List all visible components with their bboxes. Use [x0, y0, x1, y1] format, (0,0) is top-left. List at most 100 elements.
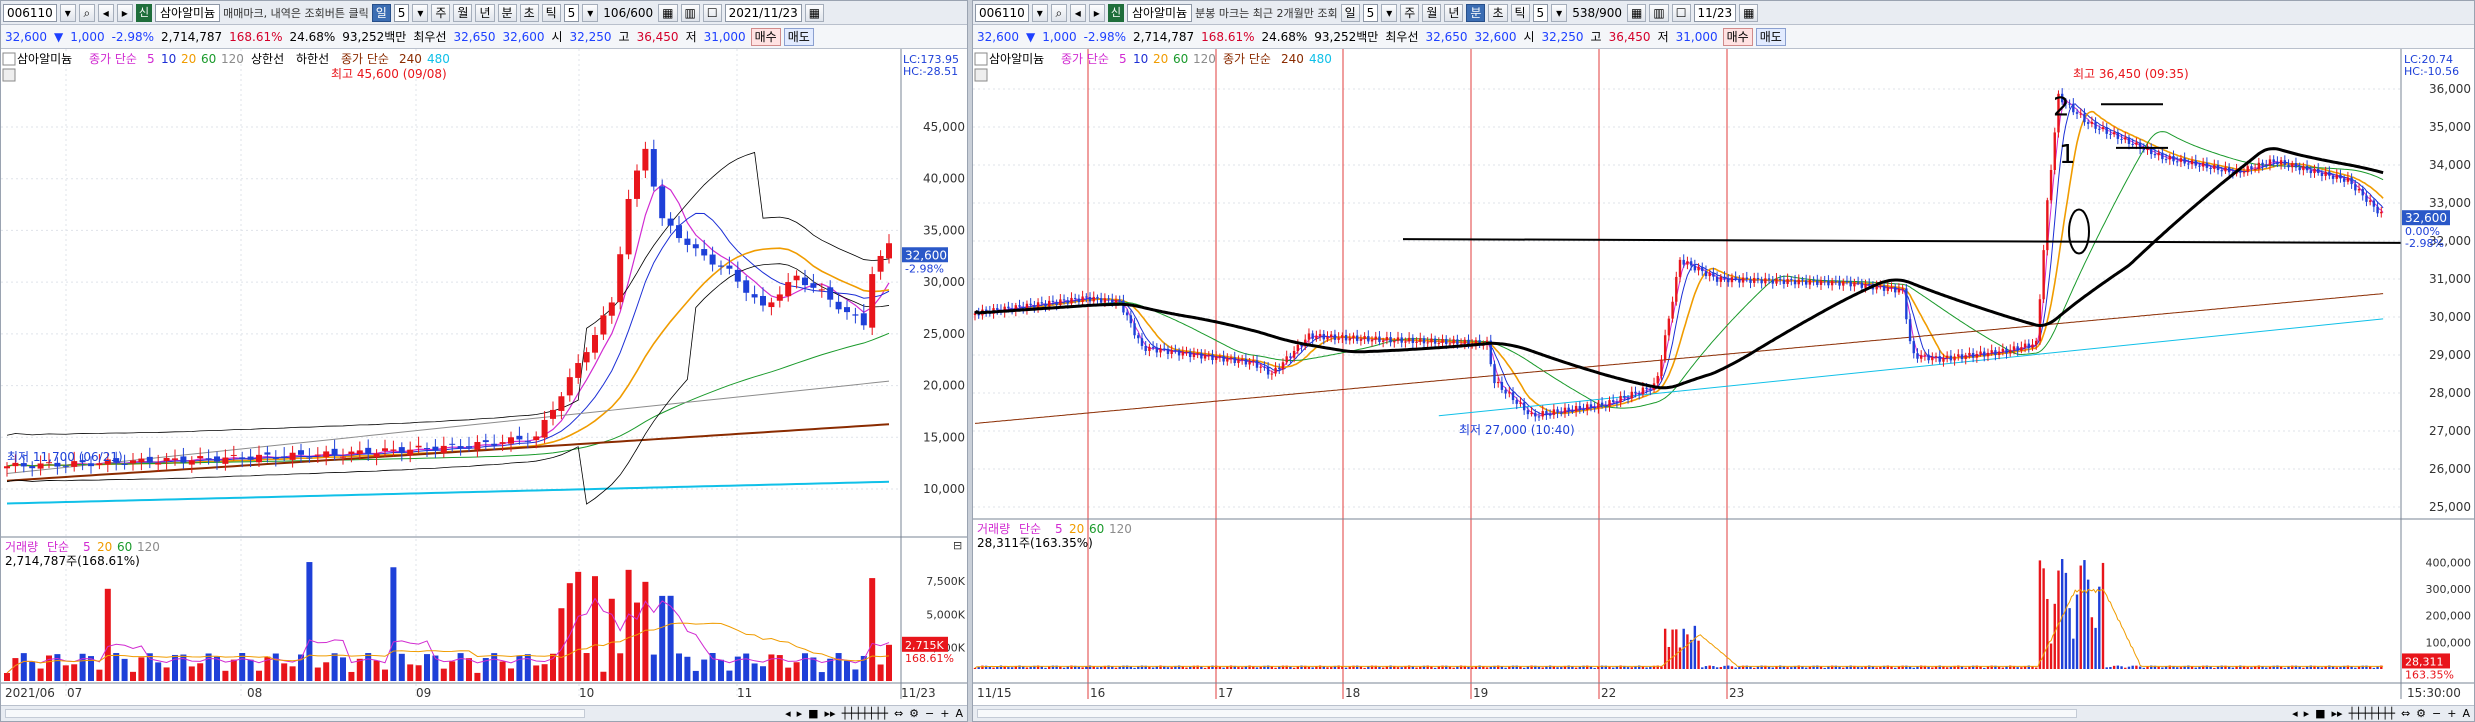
period-second-button[interactable]: 초	[1488, 3, 1508, 22]
scroll-left-icon[interactable]: ◂	[785, 707, 791, 720]
text-tool-icon[interactable]: A	[2462, 707, 2470, 720]
candle-body	[718, 265, 724, 267]
low-label: 저	[685, 30, 697, 44]
grid-toggle-icon[interactable]	[974, 68, 988, 82]
sell-button[interactable]: 매도	[783, 27, 814, 46]
calendar-icon[interactable]: ▦	[1627, 3, 1647, 22]
period-week-button[interactable]: 주	[1400, 3, 1420, 22]
zoom-slider[interactable]: ┼┼┼┼┼┼┼	[842, 707, 888, 720]
code-dropdown-icon[interactable]: ▾	[1031, 3, 1048, 22]
volume-bar	[104, 588, 111, 681]
period-month-button[interactable]: 월	[453, 3, 473, 22]
candle-body	[1463, 339, 1466, 344]
fit-icon[interactable]: ⇔	[2401, 707, 2410, 720]
chart-type-icon[interactable]: ▥	[1649, 3, 1669, 22]
daily-candlestick-chart[interactable]: 45,000 40,000 35,000 30,000 25,000 20,000 15,0…	[1, 49, 968, 722]
candle-body	[1500, 381, 1504, 390]
buy-button[interactable]: 매수	[1722, 27, 1753, 46]
grid-toggle-icon[interactable]	[2, 68, 16, 82]
period-day-button[interactable]: 일	[371, 3, 391, 22]
fit-icon[interactable]: ⇔	[894, 707, 903, 720]
zoom-in-icon[interactable]: +	[940, 707, 949, 720]
tick-dropdown-icon[interactable]: ▾	[582, 3, 599, 22]
period-minute-button[interactable]: 분	[1466, 3, 1486, 22]
search-icon[interactable]: ⌕	[78, 3, 95, 22]
play-icon[interactable]: ▸▸	[2332, 707, 2343, 720]
volume-bar	[726, 670, 733, 681]
tick-value-input[interactable]: 5	[563, 3, 580, 22]
period-tick-button[interactable]: 틱	[541, 3, 561, 22]
minute-candlestick-chart[interactable]: 21 36,00035,00034,00033,00032,00031,0003…	[973, 49, 2475, 722]
candle-body	[818, 289, 825, 291]
date-checkbox[interactable]: ☐	[1671, 3, 1691, 22]
sell-button[interactable]: 매도	[1755, 27, 1786, 46]
period-value-input[interactable]: 5	[1362, 3, 1379, 22]
text-tool-icon[interactable]: A	[955, 707, 963, 720]
stock-code-input[interactable]: 006110	[3, 3, 57, 22]
period-minute-button[interactable]: 분	[497, 3, 517, 22]
period-tick-button[interactable]: 틱	[1510, 3, 1530, 22]
date-input[interactable]: 2021/11/23	[724, 3, 802, 22]
tick-value-input[interactable]: 5	[1532, 3, 1549, 22]
candle-body	[1441, 338, 1444, 343]
volume-bar	[625, 569, 632, 681]
volume-tick-label: 5,000K	[926, 608, 965, 621]
period-day-button[interactable]: 일	[1340, 3, 1360, 22]
horizontal-scrollbar[interactable]	[5, 709, 585, 718]
legend-toggle-icon[interactable]	[974, 52, 988, 66]
period-second-button[interactable]: 초	[519, 3, 539, 22]
scroll-right-icon[interactable]: ▸	[2304, 707, 2310, 720]
candle-body	[1693, 265, 1697, 271]
down-arrow-icon: ▼	[1026, 29, 1036, 44]
tick-dropdown-icon[interactable]: ▾	[1551, 3, 1568, 22]
stock-code-input[interactable]: 006110	[975, 3, 1029, 22]
zoom-out-icon[interactable]: −	[2432, 707, 2441, 720]
period-week-button[interactable]: 주	[431, 3, 451, 22]
legend-toggle-icon[interactable]	[2, 52, 16, 66]
volume-bar	[1118, 666, 1121, 669]
settings-icon[interactable]: ⚙	[909, 707, 919, 720]
next-stock-icon[interactable]: ▸	[1088, 3, 1105, 22]
prev-stock-icon[interactable]: ◂	[1069, 3, 1086, 22]
search-icon[interactable]: ⌕	[1050, 3, 1067, 22]
candle-body	[1107, 298, 1110, 300]
code-dropdown-icon[interactable]: ▾	[59, 3, 76, 22]
zoom-out-icon[interactable]: −	[925, 707, 934, 720]
scroll-left-icon[interactable]: ◂	[2292, 707, 2298, 720]
candle-body	[1797, 279, 1800, 285]
next-stock-icon[interactable]: ▸	[116, 3, 133, 22]
candle-body	[566, 377, 573, 396]
period-year-button[interactable]: 년	[475, 3, 495, 22]
horizontal-scrollbar[interactable]	[977, 709, 2077, 718]
date-picker-icon[interactable]: ▦	[1739, 3, 1759, 22]
candle-body	[541, 419, 548, 438]
calendar-icon[interactable]: ▦	[658, 3, 678, 22]
settings-icon[interactable]: ⚙	[2416, 707, 2426, 720]
period-month-button[interactable]: 월	[1422, 3, 1442, 22]
chart-type-icon[interactable]: ▥	[680, 3, 700, 22]
period-dropdown-icon[interactable]: ▾	[1381, 3, 1398, 22]
candle-body	[356, 450, 363, 455]
prev-stock-icon[interactable]: ◂	[97, 3, 114, 22]
stop-icon[interactable]: ■	[2315, 707, 2325, 720]
scroll-right-icon[interactable]: ▸	[797, 707, 803, 720]
date-input[interactable]: 11/23	[1693, 3, 1737, 22]
panel-max-icon[interactable]: ⊟	[953, 539, 962, 552]
period-dropdown-icon[interactable]: ▾	[412, 3, 429, 22]
candle-body	[1741, 277, 1745, 283]
candle-body	[1044, 303, 1047, 307]
volume-bar	[2265, 667, 2268, 669]
play-icon[interactable]: ▸▸	[825, 707, 836, 720]
date-picker-icon[interactable]: ▦	[804, 3, 825, 22]
stop-icon[interactable]: ■	[808, 707, 818, 720]
period-year-button[interactable]: 년	[1444, 3, 1464, 22]
period-value-input[interactable]: 5	[393, 3, 410, 22]
zoom-slider[interactable]: ┼┼┼┼┼┼┼	[2349, 707, 2395, 720]
volume-bar	[1029, 666, 1032, 669]
volume-bar	[988, 666, 992, 669]
buy-button[interactable]: 매수	[750, 27, 781, 46]
volume-bar	[440, 668, 447, 681]
zoom-in-icon[interactable]: +	[2447, 707, 2456, 720]
date-checkbox[interactable]: ☐	[702, 3, 722, 22]
volume-bar	[877, 664, 884, 681]
